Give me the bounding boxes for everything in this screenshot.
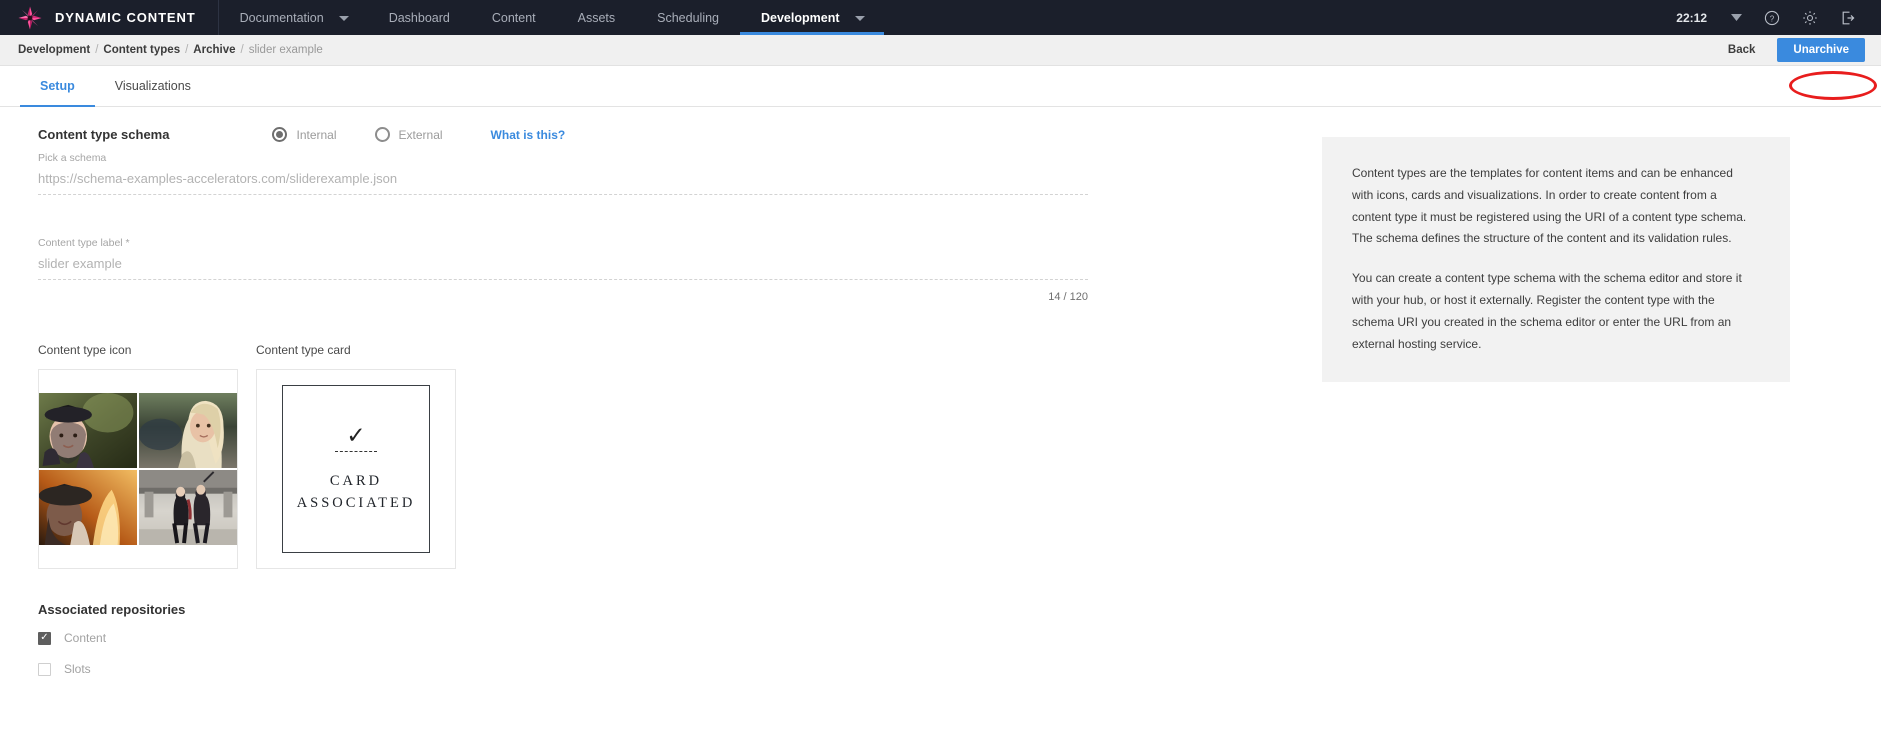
- nav-right-cluster: 22:12 ?: [1664, 0, 1881, 35]
- content-type-schema-header: Content type schema Internal External Wh…: [38, 127, 1280, 142]
- breadcrumb-separator: /: [240, 44, 244, 56]
- radio-dot: [276, 131, 284, 138]
- breadcrumb-bar: Development / Content types / Archive / …: [0, 35, 1881, 100]
- nav-label: Assets: [577, 10, 616, 25]
- primary-nav: Documentation Dashboard Content Assets S…: [219, 0, 884, 35]
- check-icon: ✓: [346, 422, 366, 449]
- schema-uri-input[interactable]: https://schema-examples-accelerators.com…: [38, 171, 1088, 195]
- content-type-icon-label: Content type icon: [38, 343, 132, 357]
- radio-label-external: External: [398, 127, 443, 142]
- associated-repositories-section: Associated repositories ✓ Content Slots: [38, 602, 1280, 676]
- breadcrumb-actions: Back Unarchive: [1706, 38, 1865, 62]
- repository-label-slots: Slots: [64, 662, 91, 676]
- checkbox-unchecked-icon[interactable]: [38, 662, 51, 676]
- nav-label: Scheduling: [657, 10, 719, 25]
- tab-bar: Setup Visualizations: [0, 66, 1881, 107]
- content-type-card-preview[interactable]: ✓ CARD ASSOCIATED: [256, 369, 456, 569]
- nav-label: Development: [761, 10, 840, 25]
- nav-item-content[interactable]: Content: [471, 0, 557, 35]
- nav-label: Content: [491, 10, 536, 25]
- dashed-divider: [335, 451, 377, 453]
- pick-a-schema-label: Pick a schema: [38, 152, 107, 164]
- nav-label: Documentation: [239, 10, 324, 25]
- radio-unselected-icon: [374, 127, 390, 142]
- brand[interactable]: DYNAMIC CONTENT: [0, 0, 219, 35]
- clock-time: 22:12: [1676, 10, 1707, 25]
- info-panel: Content types are the templates for cont…: [1322, 137, 1790, 382]
- collage-cell-3: [39, 470, 137, 545]
- collage-cell-4: [139, 470, 237, 545]
- associated-repositories-title: Associated repositories: [38, 602, 186, 617]
- tab-setup[interactable]: Setup: [20, 66, 95, 107]
- card-graphic: ✓ CARD ASSOCIATED: [282, 385, 430, 553]
- radio-internal[interactable]: Internal: [272, 127, 374, 142]
- tab-visualizations[interactable]: Visualizations: [95, 66, 211, 106]
- check-icon: ✓: [40, 632, 49, 643]
- svg-text:?: ?: [1770, 14, 1775, 23]
- nav-label: Dashboard: [388, 10, 450, 25]
- radio-selected-icon: [272, 127, 288, 142]
- info-paragraph-2: You can create a content type schema wit…: [1352, 271, 1742, 351]
- nav-item-documentation[interactable]: Documentation: [219, 0, 368, 35]
- pick-a-schema-field: Pick a schema https://schema-examples-ac…: [38, 152, 1280, 195]
- repository-row-slots[interactable]: Slots: [38, 662, 1280, 676]
- radio-external[interactable]: External: [374, 127, 481, 142]
- breadcrumb-item-content-types[interactable]: Content types: [103, 44, 180, 56]
- brand-name: DYNAMIC CONTENT: [55, 10, 196, 25]
- repository-row-content[interactable]: ✓ Content: [38, 631, 1280, 645]
- schema-source-radio-group: Internal External What is this?: [272, 127, 565, 142]
- tab-label: Setup: [40, 79, 75, 93]
- unarchive-button[interactable]: Unarchive: [1777, 38, 1865, 62]
- top-navigation-bar: DYNAMIC CONTENT Documentation Dashboard …: [0, 0, 1881, 35]
- radio-label-internal: Internal: [296, 127, 337, 142]
- help-icon[interactable]: ?: [1753, 0, 1791, 35]
- gear-icon[interactable]: [1791, 0, 1829, 35]
- chevron-down-icon: [854, 15, 865, 21]
- main-content: Content type schema Internal External Wh…: [0, 107, 1881, 754]
- content-type-card-block: Content type card ✓ CARD ASSOCIATED: [256, 343, 456, 569]
- content-type-icon-block: Content type icon: [38, 343, 238, 569]
- section-title-schema: Content type schema: [38, 127, 170, 142]
- breadcrumb-item-archive[interactable]: Archive: [193, 44, 235, 56]
- info-paragraph-1: Content types are the templates for cont…: [1352, 166, 1747, 246]
- content-type-card-label: Content type card: [256, 343, 351, 357]
- content-type-icon-preview[interactable]: [38, 369, 238, 569]
- star-burst-logo: [18, 6, 42, 30]
- content-type-label-input[interactable]: slider example: [38, 256, 1088, 280]
- nav-item-dashboard[interactable]: Dashboard: [368, 0, 471, 35]
- character-counter: 14 / 120: [1048, 291, 1088, 303]
- breadcrumb-item-current: slider example: [248, 44, 323, 56]
- card-text-line-1: CARD: [329, 473, 383, 490]
- info-column: Content types are the templates for cont…: [1300, 127, 1865, 754]
- nav-item-scheduling[interactable]: Scheduling: [636, 0, 740, 35]
- breadcrumb-separator: /: [185, 44, 189, 56]
- tab-label: Visualizations: [114, 79, 191, 93]
- content-type-label-caption: Content type label *: [38, 237, 130, 249]
- breadcrumb-separator: /: [95, 44, 99, 56]
- checkbox-checked-icon[interactable]: ✓: [38, 631, 51, 645]
- card-text-line-2: ASSOCIATED: [296, 494, 416, 511]
- logout-icon[interactable]: [1829, 0, 1867, 35]
- content-type-label-field: Content type label * slider example 14 /…: [38, 237, 1280, 303]
- nav-item-development[interactable]: Development: [740, 0, 884, 35]
- chevron-down-icon[interactable]: [1719, 0, 1753, 35]
- repository-label-content: Content: [64, 631, 107, 645]
- breadcrumb: Development / Content types / Archive / …: [18, 44, 323, 56]
- form-column: Content type schema Internal External Wh…: [0, 127, 1300, 754]
- chevron-down-icon: [338, 15, 349, 21]
- back-button[interactable]: Back: [1706, 40, 1778, 60]
- collage-cell-1: [39, 393, 137, 468]
- breadcrumb-item-development[interactable]: Development: [18, 44, 90, 56]
- collage-cell-2: [139, 393, 237, 468]
- photo-collage-icon: [39, 393, 237, 545]
- media-row: Content type icon Content type card ✓ CA…: [38, 343, 1280, 569]
- nav-item-assets[interactable]: Assets: [557, 0, 637, 35]
- what-is-this-link[interactable]: What is this?: [491, 128, 566, 142]
